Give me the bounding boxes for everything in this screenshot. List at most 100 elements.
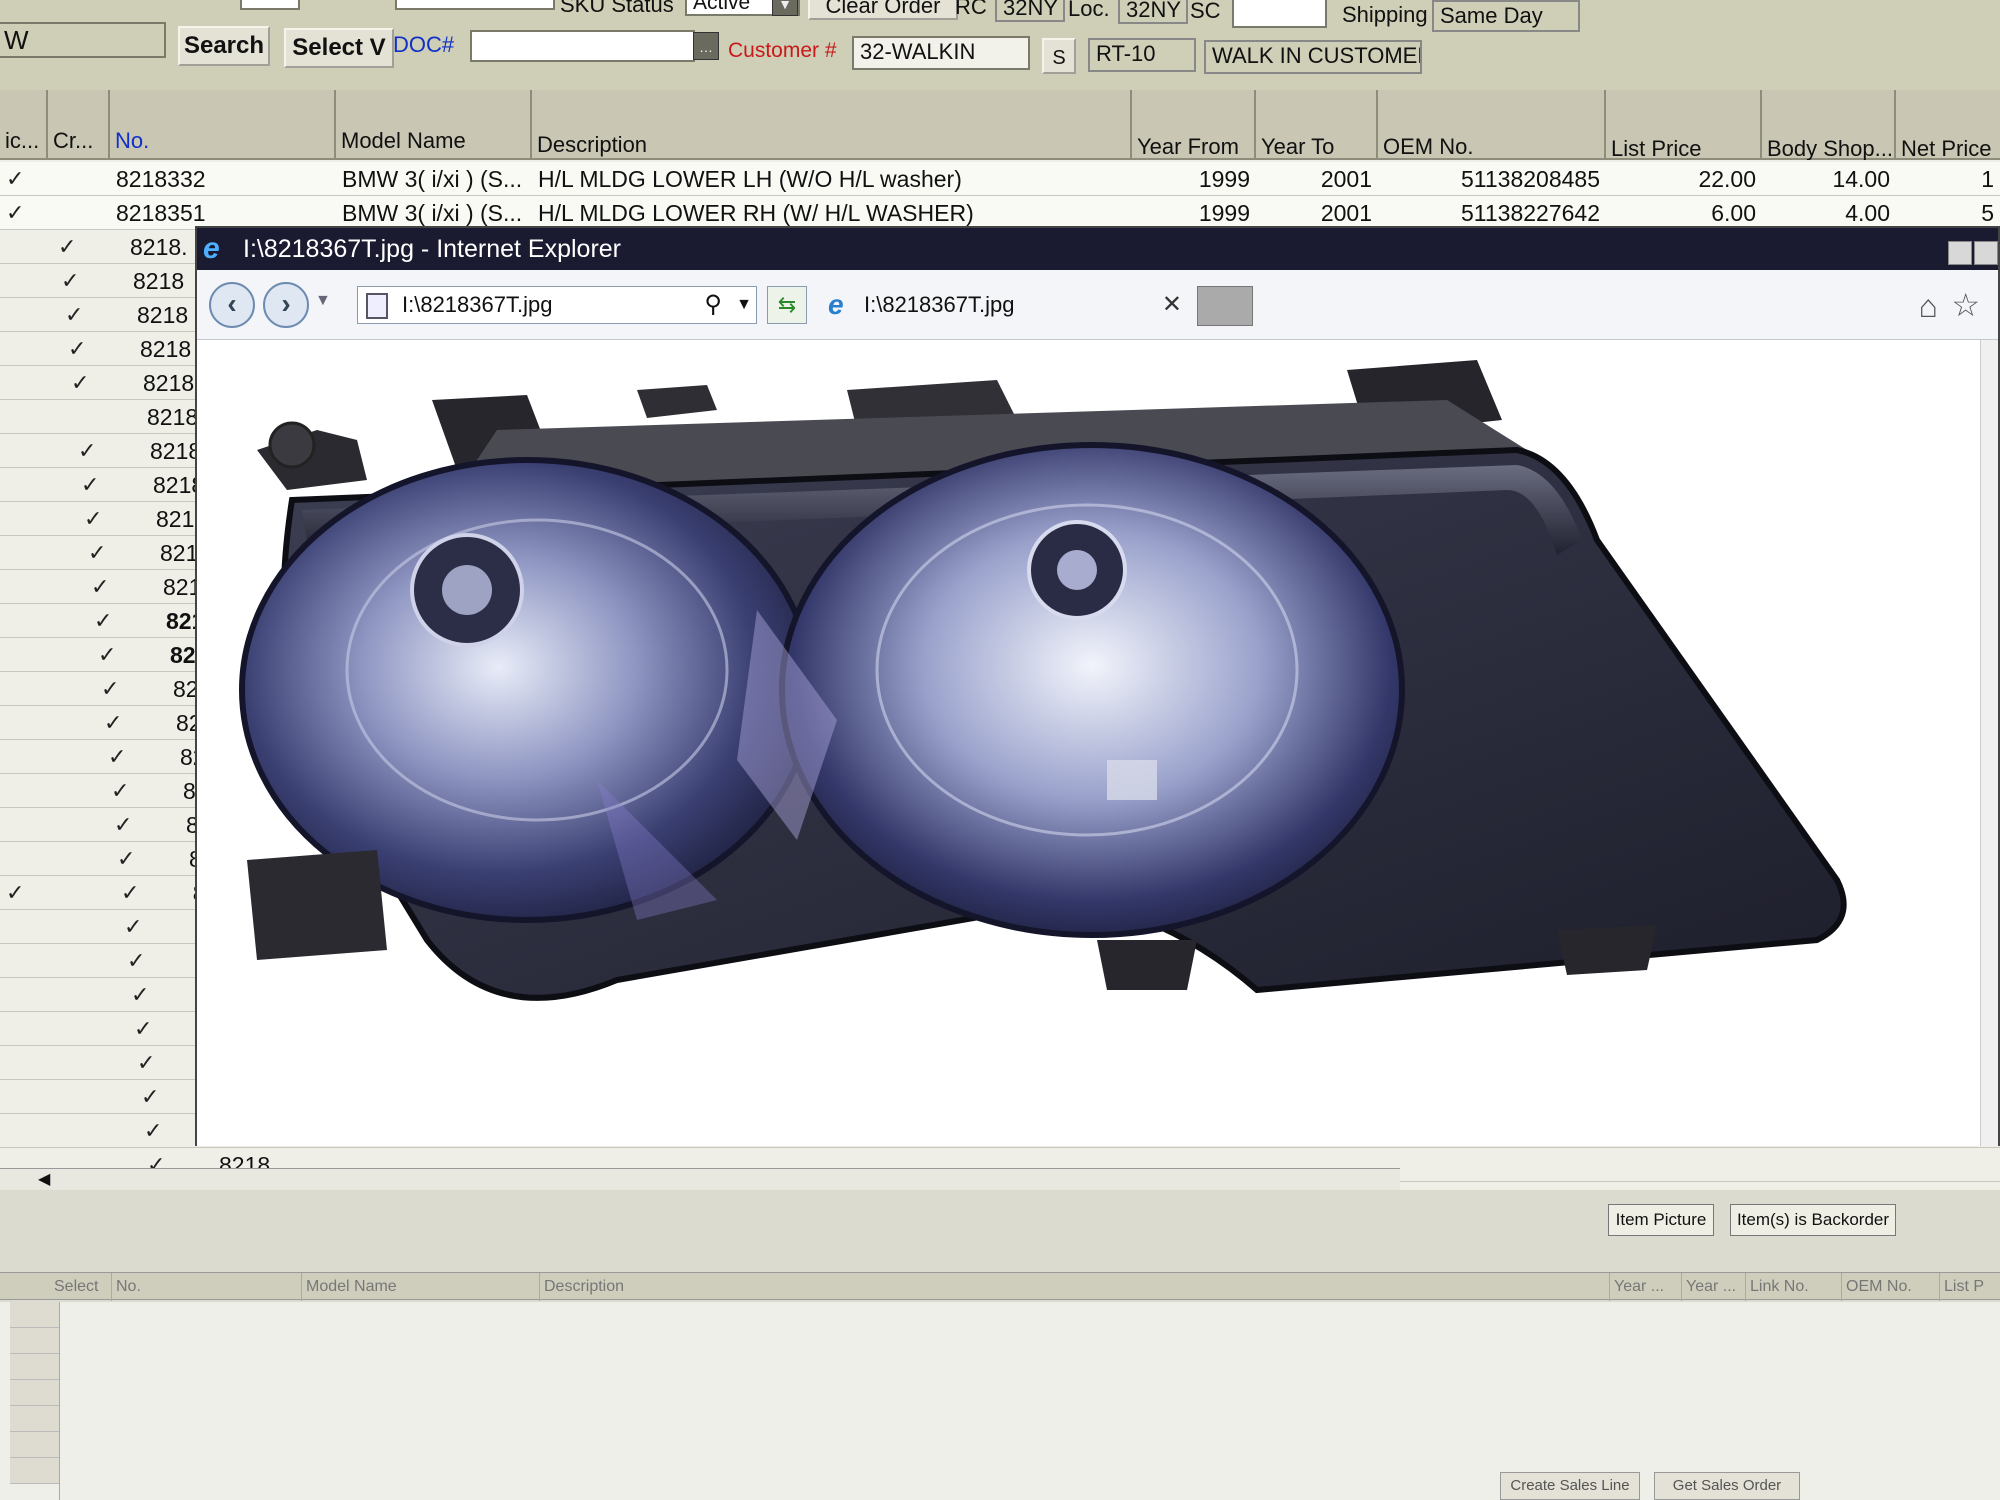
sub-column-header[interactable]: Select [50, 1273, 112, 1301]
check-cell[interactable] [0, 978, 48, 1012]
check-cell[interactable] [0, 1114, 48, 1148]
sub-column-header[interactable]: Year ... [1682, 1273, 1746, 1301]
customer-search-button[interactable]: S [1042, 38, 1076, 74]
check-cell[interactable] [0, 604, 48, 638]
check-cell[interactable]: ✓ [72, 434, 112, 468]
item-picture-button[interactable]: Item Picture [1608, 1204, 1714, 1236]
column-header[interactable]: OEM No. [1378, 90, 1606, 160]
check-cell[interactable] [0, 434, 48, 468]
check-cell[interactable] [69, 400, 109, 434]
sub-column-header[interactable]: List P [1940, 1273, 2000, 1301]
check-cell[interactable]: ✓ [52, 230, 92, 264]
favorites-star-icon[interactable]: ☆ [1951, 286, 1980, 324]
column-header[interactable]: Model Name [336, 90, 532, 160]
column-header[interactable]: No. [110, 90, 336, 160]
check-cell[interactable]: ✓ [118, 910, 158, 944]
clear-order-button[interactable]: Clear Order [808, 0, 958, 20]
column-header[interactable]: Net Price [1896, 90, 2000, 160]
check-cell[interactable] [0, 332, 48, 366]
minimize-icon[interactable] [1948, 241, 1972, 265]
check-cell[interactable] [0, 400, 48, 434]
check-cell[interactable] [0, 1012, 48, 1046]
check-cell[interactable]: ✓ [59, 298, 99, 332]
history-dropdown-icon[interactable]: ▼ [315, 292, 331, 310]
lookup-icon[interactable]: … [693, 32, 719, 60]
check-cell[interactable]: ✓ [85, 570, 125, 604]
maximize-icon[interactable] [1974, 241, 1998, 265]
sub-column-header[interactable]: Model Name [302, 1273, 540, 1301]
chevron-down-icon[interactable]: ▼ [772, 0, 798, 16]
sub-column-header[interactable]: Description [540, 1273, 1610, 1301]
left-field[interactable]: W [0, 22, 166, 58]
check-cell[interactable] [0, 740, 48, 774]
sub-column-header[interactable]: Year ... [1610, 1273, 1682, 1301]
sub-column-header[interactable]: Link No. [1746, 1273, 1842, 1301]
remarks-field[interactable] [395, 0, 555, 10]
check-cell[interactable]: ✓ [65, 366, 105, 400]
close-icon[interactable]: ✕ [1162, 282, 1182, 328]
column-header[interactable]: Cr... [48, 90, 110, 160]
check-cell[interactable]: ✓ [111, 842, 151, 876]
check-cell[interactable] [0, 842, 48, 876]
column-header[interactable]: Year From [1132, 90, 1256, 160]
refresh-button[interactable]: ⇆ [767, 286, 807, 324]
check-cell[interactable]: ✓ [82, 536, 122, 570]
check-cell[interactable] [0, 264, 48, 298]
check-cell[interactable]: ✓ [138, 1114, 178, 1148]
check-cell[interactable] [0, 944, 48, 978]
column-header[interactable]: ic... [0, 90, 48, 160]
sub-column-header[interactable]: OEM No. [1842, 1273, 1940, 1301]
home-icon[interactable]: ⌂ [1919, 288, 1938, 325]
check-cell[interactable]: ✓ [95, 672, 135, 706]
check-cell[interactable] [0, 502, 48, 536]
check-cell[interactable] [0, 808, 48, 842]
check-cell[interactable]: ✓ [102, 740, 142, 774]
address-bar[interactable]: I:\8218367T.jpg ⚲ ▼ [357, 286, 757, 324]
column-header[interactable]: List Price [1606, 90, 1762, 160]
sc-field[interactable] [1232, 0, 1327, 28]
horizontal-scrollbar[interactable]: ◀ [0, 1168, 1400, 1190]
vertical-scrollbar[interactable] [1980, 340, 1998, 1146]
customer-input[interactable]: 32-WALKIN [852, 36, 1030, 70]
sub-column-header[interactable]: No. [112, 1273, 302, 1301]
doc-input[interactable] [470, 30, 695, 62]
forward-button[interactable]: › [263, 282, 309, 328]
back-button[interactable]: ‹ [209, 282, 255, 328]
check-cell[interactable] [0, 774, 48, 808]
check-cell[interactable] [0, 1080, 48, 1114]
check-cell[interactable]: ✓ [0, 876, 48, 910]
year-field[interactable] [240, 0, 300, 10]
browser-tab[interactable]: e I:\8218367T.jpg ✕ [822, 282, 1192, 328]
check-cell[interactable]: ✓ [115, 876, 155, 910]
create-sales-line-button[interactable]: Create Sales Line [1500, 1472, 1640, 1500]
check-cell[interactable]: ✓ [98, 706, 138, 740]
select-button[interactable]: Select V [284, 28, 394, 68]
check-cell[interactable]: ✓ [62, 332, 102, 366]
check-cell[interactable]: ✓ [55, 264, 95, 298]
check-cell[interactable] [0, 230, 48, 264]
check-cell[interactable]: ✓ [108, 808, 148, 842]
check-cell[interactable]: ✓ [78, 502, 118, 536]
table-row[interactable]: ✓ 8218351 BMW 3( i/xi ) (S... H/L MLDG LOWE… [0, 196, 2000, 230]
check-cell[interactable] [0, 1046, 48, 1080]
check-cell[interactable] [0, 706, 48, 740]
table-row[interactable]: ✓ 8218332 BMW 3( i/xi ) (S... H/L MLDG LOWE… [0, 162, 2000, 196]
column-header[interactable]: Year To [1256, 90, 1378, 160]
row-selector-column[interactable] [10, 1302, 60, 1500]
get-sales-order-button[interactable]: Get Sales Order [1654, 1472, 1800, 1500]
chevron-down-icon[interactable]: ▼ [736, 287, 752, 323]
new-tab-button[interactable] [1197, 286, 1253, 326]
check-cell[interactable]: ✓ [135, 1080, 175, 1114]
scroll-left-icon[interactable]: ◀ [38, 1169, 50, 1191]
check-cell[interactable] [0, 638, 48, 672]
check-cell[interactable] [0, 910, 48, 944]
check-cell[interactable]: ✓ [75, 468, 115, 502]
check-cell[interactable]: ✓ [105, 774, 145, 808]
search-icon[interactable]: ⚲ [704, 287, 722, 323]
check-cell[interactable] [0, 570, 48, 604]
check-cell[interactable]: ✓ [92, 638, 132, 672]
check-cell[interactable]: ✓ [131, 1046, 171, 1080]
check-cell[interactable] [0, 468, 48, 502]
check-cell[interactable]: ✓ [128, 1012, 168, 1046]
check-cell[interactable]: ✓ [88, 604, 128, 638]
